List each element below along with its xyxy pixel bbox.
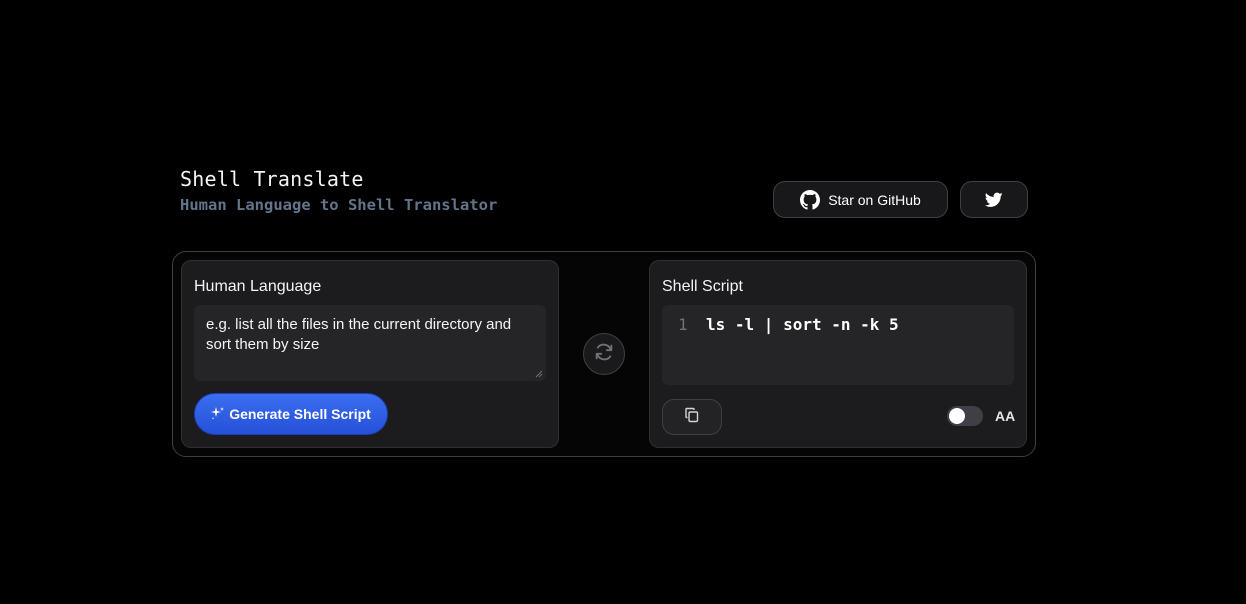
- human-language-input-text: e.g. list all the files in the current d…: [206, 316, 512, 353]
- human-language-input[interactable]: e.g. list all the files in the current d…: [194, 305, 546, 381]
- generate-shell-script-button[interactable]: Generate Shell Script: [194, 393, 388, 435]
- shell-script-panel: Shell Script 1 ls -l | sort -n -k 5 AA: [649, 260, 1027, 448]
- header-actions: Star on GitHub: [773, 181, 1028, 218]
- app-header: Shell Translate Human Language to Shell …: [180, 166, 1028, 222]
- shell-script-output[interactable]: 1 ls -l | sort -n -k 5: [662, 305, 1014, 385]
- sparkle-icon: [211, 406, 225, 423]
- github-icon: [800, 189, 821, 210]
- toggle-knob: [949, 408, 965, 424]
- line-number: 1: [678, 315, 688, 334]
- human-language-panel: Human Language e.g. list all the files i…: [181, 260, 559, 448]
- font-toggle-label: AA: [995, 408, 1016, 424]
- translator-container: Human Language e.g. list all the files i…: [172, 251, 1036, 457]
- twitter-button[interactable]: [960, 181, 1028, 218]
- github-button-label: Star on GitHub: [828, 191, 921, 208]
- copy-button[interactable]: [662, 399, 722, 435]
- twitter-icon: [985, 192, 1003, 208]
- star-on-github-button[interactable]: Star on GitHub: [773, 181, 948, 218]
- generate-button-label: Generate Shell Script: [229, 406, 371, 422]
- shell-script-title: Shell Script: [662, 278, 743, 295]
- code-line: ls -l | sort -n -k 5: [706, 315, 899, 334]
- swap-button[interactable]: [583, 333, 625, 375]
- human-language-title: Human Language: [194, 278, 322, 295]
- app-subtitle: Human Language to Shell Translator: [180, 196, 498, 214]
- resize-handle-icon[interactable]: [535, 370, 543, 378]
- font-size-toggle[interactable]: [947, 406, 983, 426]
- app-title: Shell Translate: [180, 167, 364, 191]
- swap-arrows-icon: [593, 341, 615, 368]
- copy-icon: [684, 407, 700, 428]
